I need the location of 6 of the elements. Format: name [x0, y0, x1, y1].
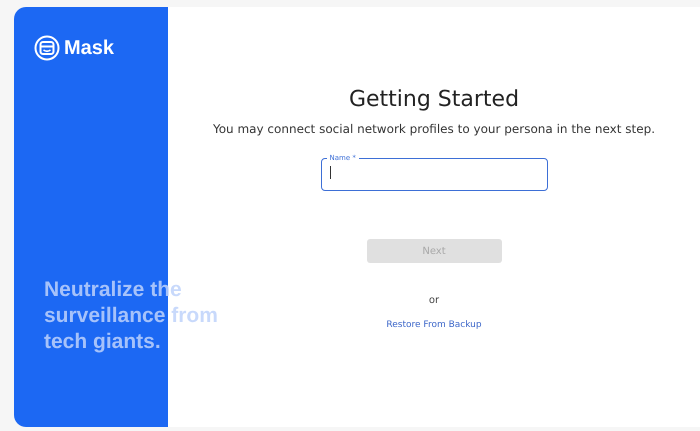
brand-name: Mask [64, 36, 114, 60]
subtitle: You may connect social network profiles to your persona in the next step. [212, 122, 656, 136]
or-separator: or [428, 295, 440, 306]
mask-logo-icon [34, 35, 60, 61]
restore-link[interactable]: Restore From Backup [386, 320, 482, 330]
page-title: Getting Started [348, 87, 520, 112]
